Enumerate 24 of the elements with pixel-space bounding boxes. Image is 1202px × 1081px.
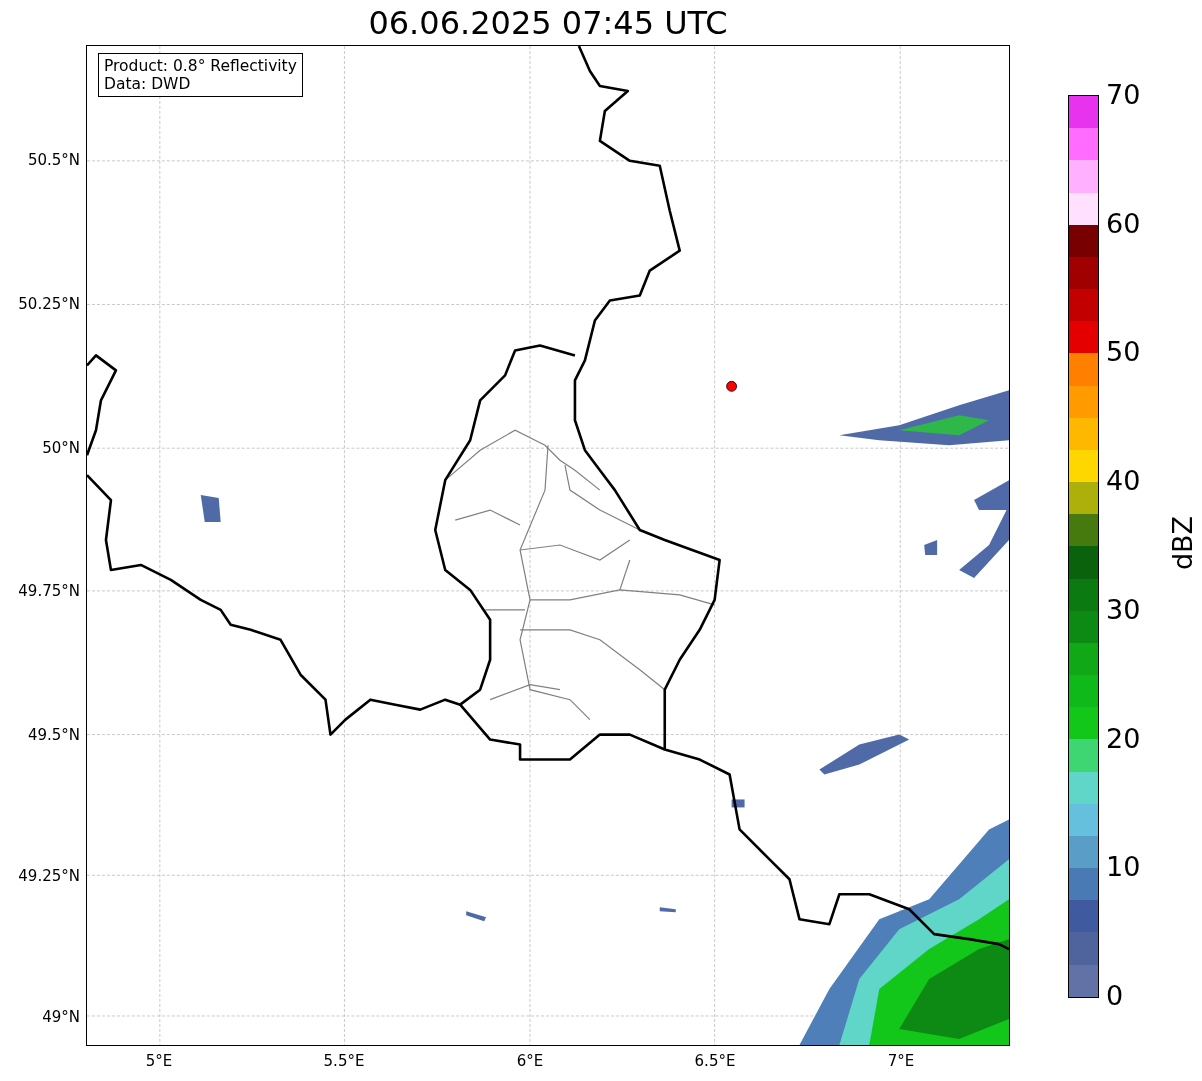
latitude-label: 50.25°N xyxy=(18,294,80,314)
longitude-label: 7°E xyxy=(887,1051,915,1071)
latitude-label: 50°N xyxy=(42,438,80,458)
chart-title: 06.06.2025 07:45 UTC xyxy=(368,3,728,42)
latitude-label: 49.25°N xyxy=(18,866,80,886)
longitude-label: 6.5°E xyxy=(694,1051,736,1071)
latitude-label: 49.75°N xyxy=(18,581,80,601)
longitude-label: 5.5°E xyxy=(323,1051,365,1071)
colorbar-tick-label: 20 xyxy=(1106,722,1141,755)
info-text: Data: DWD xyxy=(104,75,192,93)
colorbar-tick-label: 70 xyxy=(1106,79,1141,111)
latitude-label: 49.5°N xyxy=(27,725,80,745)
longitude-label: 6°E xyxy=(516,1051,544,1071)
colorbar-tick-label: 60 xyxy=(1106,207,1141,240)
latitude-label: 50.5°N xyxy=(27,150,80,170)
colorbar-label: dBZ xyxy=(1167,515,1200,571)
longitude-label: 5°E xyxy=(145,1051,173,1071)
colorbar-tick-label: 40 xyxy=(1106,465,1141,498)
colorbar-tick-label: 30 xyxy=(1106,593,1141,626)
colorbar-tick-label: 0 xyxy=(1106,980,1124,1012)
info-text: Product: 0.8° Reflectivity xyxy=(104,57,297,75)
latitude-label: 49°N xyxy=(42,1007,80,1027)
colorbar-tick-label: 10 xyxy=(1106,851,1141,884)
colorbar-tick-label: 50 xyxy=(1106,336,1141,369)
